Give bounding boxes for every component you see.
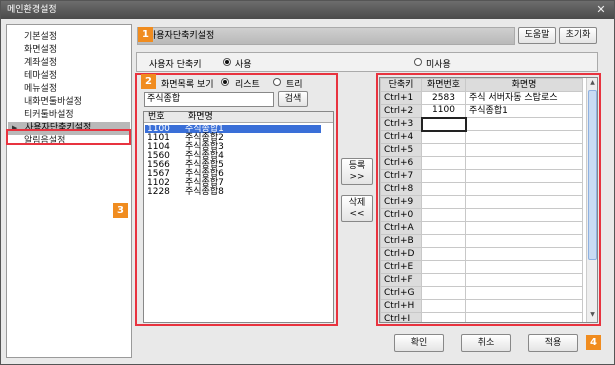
- table-row[interactable]: Ctrl+D: [380, 247, 583, 261]
- radio-nouse[interactable]: [414, 58, 422, 66]
- shortcut-grid[interactable]: 단축키 화면번호 화면명 Ctrl+1 2583 주식 서버자동 스탑로스 Ctrl…: [379, 77, 598, 323]
- table-row[interactable]: Ctrl+B: [380, 234, 583, 248]
- sidebar-item-theme[interactable]: 테마설정: [7, 70, 131, 83]
- table-row[interactable]: Ctrl+H: [380, 299, 583, 313]
- badge-4: 4: [586, 335, 601, 350]
- sidebar-item-my-toolbar[interactable]: 내화면툴바설정: [7, 96, 131, 109]
- grid-scrollbar[interactable]: ▲ ▼: [586, 78, 597, 322]
- radio-nouse-label: 미사용: [426, 60, 451, 70]
- table-row[interactable]: Ctrl+6: [380, 156, 583, 170]
- view-mode-label: 화면목록 보기: [161, 80, 214, 90]
- list-item[interactable]: 1560 주식종합4: [145, 152, 321, 161]
- table-row[interactable]: Ctrl+2 1100 주식종합1: [380, 104, 583, 118]
- radio-use[interactable]: [223, 58, 231, 66]
- callout-sidebar-selection: [6, 129, 131, 145]
- table-row[interactable]: Ctrl+A: [380, 221, 583, 235]
- radio-list-label: 리스트: [235, 80, 260, 90]
- col-key-header: 단축키: [380, 78, 422, 92]
- close-icon[interactable]: ✕: [594, 1, 608, 19]
- screen-search-input[interactable]: 주식종합: [144, 92, 274, 107]
- table-row[interactable]: Ctrl+4: [380, 130, 583, 144]
- delete-button[interactable]: 삭제 <<: [341, 195, 373, 222]
- sidebar-item-account[interactable]: 계좌설정: [7, 57, 131, 70]
- col-code-header: 화면번호: [421, 78, 466, 92]
- table-row[interactable]: Ctrl+F: [380, 273, 583, 287]
- table-row[interactable]: Ctrl+I: [380, 312, 583, 322]
- register-button[interactable]: 등록 >>: [341, 158, 373, 185]
- radio-use-label: 사용: [235, 60, 252, 70]
- arrow-right-icon: >>: [349, 172, 365, 182]
- scroll-down-icon[interactable]: ▼: [588, 310, 597, 320]
- col-name-header: 화면명: [465, 78, 583, 92]
- sidebar-item-ticker-toolbar[interactable]: 티커툴바설정: [7, 109, 131, 122]
- col-name-header: 화면명: [188, 112, 213, 122]
- table-row[interactable]: Ctrl+7: [380, 169, 583, 183]
- table-row[interactable]: Ctrl+9: [380, 195, 583, 209]
- page-title: 사용자단축키설정: [137, 27, 515, 45]
- table-row[interactable]: Ctrl+1 2583 주식 서버자동 스탑로스: [380, 91, 583, 105]
- arrow-left-icon: <<: [349, 209, 365, 219]
- sidebar-item-menu[interactable]: 메뉴설정: [7, 83, 131, 96]
- scroll-thumb[interactable]: [588, 90, 597, 260]
- shortcut-toggle-group: [136, 52, 598, 72]
- list-item[interactable]: 1228 주식종합8: [145, 188, 321, 197]
- badge-3: 3: [113, 203, 128, 218]
- reset-button[interactable]: 초기화: [559, 27, 597, 44]
- radio-tree-label: 트리: [286, 80, 303, 90]
- table-row[interactable]: Ctrl+5: [380, 143, 583, 157]
- list-item[interactable]: 1566 주식종합5: [145, 161, 321, 170]
- sidebar-item-screen[interactable]: 화면설정: [7, 44, 131, 57]
- table-row[interactable]: Ctrl+0: [380, 208, 583, 222]
- list-item[interactable]: 1101 주식종합2: [145, 134, 321, 143]
- list-item[interactable]: 1100 주식종합1: [145, 125, 321, 134]
- shortcut-toggle-label: 사용자 단축키: [149, 60, 202, 70]
- screen-listbox[interactable]: 번호 화면명 1100 주식종합1 1101 주식종합2 1104 주식종합3 156…: [143, 111, 334, 323]
- badge-2: 2: [141, 74, 156, 89]
- settings-window: 메인환경설정 ✕ 기본설정 화면설정 계좌설정 테마설정 메뉴설정 내화면툴바설…: [0, 0, 615, 365]
- col-number-header: 번호: [148, 112, 165, 122]
- badge-1: 1: [138, 27, 153, 42]
- table-row[interactable]: Ctrl+G: [380, 286, 583, 300]
- table-row[interactable]: Ctrl+E: [380, 260, 583, 274]
- search-button[interactable]: 검색: [278, 91, 308, 107]
- radio-tree-view[interactable]: [273, 78, 281, 86]
- title-bar: 메인환경설정 ✕: [1, 1, 614, 19]
- window-title: 메인환경설정: [7, 5, 57, 15]
- screen-list-header: 번호 화면명: [144, 112, 333, 123]
- shortcut-table: 단축키 화면번호 화면명 Ctrl+1 2583 주식 서버자동 스탑로스 Ctrl…: [380, 78, 583, 322]
- scroll-up-icon[interactable]: ▲: [588, 78, 597, 88]
- list-item[interactable]: 1104 주식종합3: [145, 143, 321, 152]
- help-button[interactable]: 도움말: [518, 27, 556, 44]
- sidebar-item-basic[interactable]: 기본설정: [7, 31, 131, 44]
- table-row[interactable]: Ctrl+8: [380, 182, 583, 196]
- ok-button[interactable]: 확인: [394, 334, 444, 352]
- cancel-button[interactable]: 취소: [461, 334, 511, 352]
- grid-header-row: 단축키 화면번호 화면명: [380, 78, 583, 92]
- radio-list-view[interactable]: [221, 78, 229, 86]
- list-item[interactable]: 1102 주식종합7: [145, 179, 321, 188]
- grid-cursor-cell: [420, 116, 467, 132]
- apply-button[interactable]: 적용: [528, 334, 578, 352]
- list-item[interactable]: 1567 주식종합6: [145, 170, 321, 179]
- table-row[interactable]: Ctrl+3: [380, 116, 583, 132]
- settings-sidebar: 기본설정 화면설정 계좌설정 테마설정 메뉴설정 내화면툴바설정 티커툴바설정 …: [6, 24, 132, 358]
